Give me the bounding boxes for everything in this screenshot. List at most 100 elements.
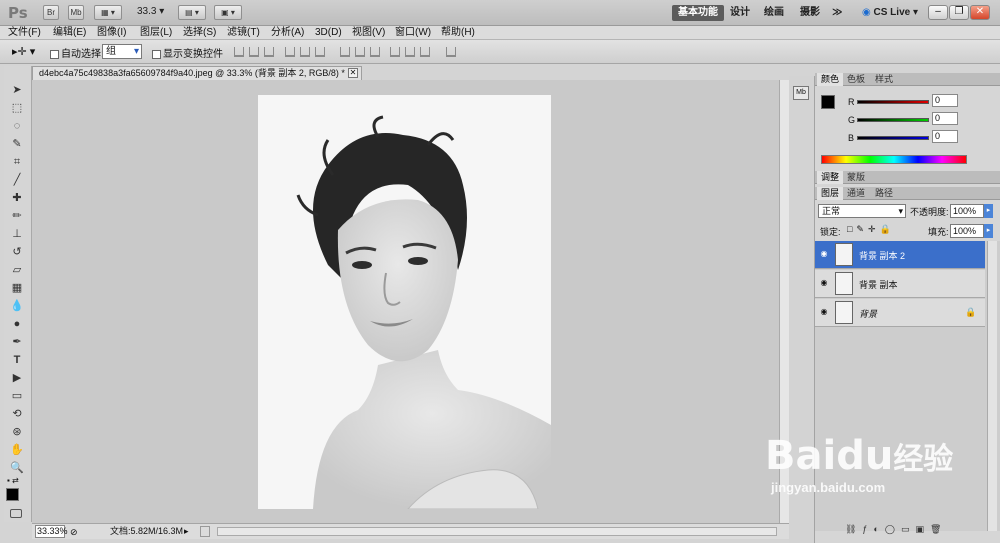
green-slider[interactable] [857, 118, 929, 122]
align-left-edges-icon[interactable] [285, 47, 295, 57]
menu-layer[interactable]: 图层(L) [140, 26, 172, 40]
zoom-field[interactable]: 33.33% [35, 525, 68, 538]
layers-scrollbar[interactable] [987, 241, 997, 531]
fill-field[interactable]: 100% [950, 224, 984, 238]
bridge-button[interactable]: Br [43, 5, 59, 20]
layer-row[interactable]: ◉ 背景 副本 [815, 270, 985, 298]
3d-orbit-tool-icon[interactable]: ⊛ [8, 424, 26, 440]
move-tool-icon[interactable]: ➤ [8, 82, 26, 98]
cs-live-menu[interactable]: ◉ CS Live ▾ [862, 7, 918, 18]
dodge-tool-icon[interactable]: ● [8, 316, 26, 332]
fill-slider-button[interactable]: ▸ [984, 224, 993, 238]
red-value-field[interactable]: 0 [932, 94, 958, 107]
foreground-color-swatch[interactable] [6, 488, 19, 501]
pen-tool-icon[interactable]: ✒ [8, 334, 26, 350]
tab-paths[interactable]: 路径 [871, 187, 897, 200]
tab-swatches[interactable]: 色板 [843, 73, 869, 86]
extras-menu-button[interactable]: ▦ ▾ [94, 5, 122, 20]
menu-edit[interactable]: 编辑(E) [53, 26, 86, 40]
distribute-bottom-icon[interactable] [370, 47, 380, 57]
opacity-field[interactable]: 100% [950, 204, 984, 218]
align-top-edges-icon[interactable] [234, 47, 244, 57]
blend-mode-dropdown[interactable]: 正常 ▾ [818, 204, 906, 218]
3d-rotate-tool-icon[interactable]: ⟲ [8, 406, 26, 422]
status-menu-arrow[interactable]: ▸ [184, 524, 189, 539]
menu-3d[interactable]: 3D(D) [315, 26, 342, 40]
distribute-vertical-centers-icon[interactable] [355, 47, 365, 57]
lock-options-icons[interactable]: □✎✛🔒 [847, 224, 895, 235]
tab-channels[interactable]: 通道 [843, 187, 869, 200]
menu-filter[interactable]: 滤镜(T) [227, 26, 260, 40]
lasso-tool-icon[interactable]: ◌ [8, 118, 26, 134]
blue-value-field[interactable]: 0 [932, 130, 958, 143]
document-tab[interactable]: d4ebc4a75c49838a3fa65609784f9a40.jpeg @ … [32, 66, 362, 80]
menu-select[interactable]: 选择(S) [183, 26, 216, 40]
align-horizontal-centers-icon[interactable] [300, 47, 310, 57]
arrange-documents-button[interactable]: ▤ ▾ [178, 5, 206, 20]
auto-select-dropdown[interactable]: 组 ▾ [102, 44, 142, 59]
opacity-slider-button[interactable]: ▸ [984, 204, 993, 218]
align-vertical-centers-icon[interactable] [249, 47, 259, 57]
workspace-painting[interactable]: 绘画 [758, 5, 790, 21]
blur-tool-icon[interactable]: 💧 [8, 298, 26, 314]
horizontal-scrollbar[interactable] [217, 527, 777, 536]
move-tool-preset-picker[interactable]: ▸✛ ▾ [12, 45, 35, 58]
healing-brush-tool-icon[interactable]: ✚ [8, 190, 26, 206]
tab-layers[interactable]: 图层 [817, 187, 844, 200]
type-tool-icon[interactable]: T [8, 352, 26, 368]
show-transform-controls-checkbox[interactable]: 显示变换控件 [152, 45, 223, 60]
close-document-icon[interactable]: ✕ [348, 68, 358, 78]
quick-mask-icon[interactable] [10, 509, 22, 518]
gradient-tool-icon[interactable]: ▦ [8, 280, 26, 296]
layers-bottom-toolbar[interactable]: ⛓ƒ◐◯▭▣🗑 [845, 524, 947, 535]
layer-row[interactable]: ◉ 背景 🔒 [815, 299, 985, 327]
align-right-edges-icon[interactable] [315, 47, 325, 57]
visibility-eye-icon[interactable]: ◉ [819, 308, 829, 316]
menu-help[interactable]: 帮助(H) [441, 26, 475, 40]
color-spectrum-bar[interactable] [821, 155, 967, 164]
menu-view[interactable]: 视图(V) [352, 26, 385, 40]
menu-image[interactable]: 图像(I) [97, 26, 126, 40]
close-icon[interactable]: ✕ [970, 5, 990, 20]
green-value-field[interactable]: 0 [932, 112, 958, 125]
crop-tool-icon[interactable]: ⌗ [8, 154, 26, 170]
marquee-tool-icon[interactable]: ⬚ [8, 100, 26, 116]
distribute-horizontal-centers-icon[interactable] [405, 47, 415, 57]
clone-stamp-tool-icon[interactable]: ⊥ [8, 226, 26, 242]
distribute-top-icon[interactable] [340, 47, 350, 57]
distribute-left-icon[interactable] [390, 47, 400, 57]
scroll-left-button[interactable] [200, 526, 210, 537]
shape-tool-icon[interactable]: ▭ [8, 388, 26, 404]
swap-colors-icon[interactable]: ▪ ⇄ [7, 476, 19, 485]
visibility-eye-icon[interactable]: ◉ [819, 279, 829, 287]
tab-color[interactable]: 颜色 [817, 73, 844, 86]
quick-selection-tool-icon[interactable]: ✎ [8, 136, 26, 152]
zoom-tool-icon[interactable]: 🔍 [8, 460, 26, 476]
path-selection-tool-icon[interactable]: ▶ [8, 370, 26, 386]
history-brush-tool-icon[interactable]: ↺ [8, 244, 26, 260]
menu-window[interactable]: 窗口(W) [395, 26, 431, 40]
red-slider[interactable] [857, 100, 929, 104]
blue-slider[interactable] [857, 136, 929, 140]
menu-analysis[interactable]: 分析(A) [271, 26, 304, 40]
workspace-essentials[interactable]: 基本功能 [672, 5, 724, 21]
eraser-tool-icon[interactable]: ▱ [8, 262, 26, 278]
tab-styles[interactable]: 样式 [871, 73, 897, 86]
layer-row[interactable]: ◉ 背景 副本 2 [815, 241, 985, 269]
zoom-level-menu[interactable]: 33.3 ▾ [137, 6, 164, 17]
menu-file[interactable]: 文件(F) [8, 26, 41, 40]
tab-adjustments[interactable]: 调整 [817, 171, 844, 184]
workspace-photography[interactable]: 摄影 [794, 5, 826, 21]
brush-tool-icon[interactable]: ✏ [8, 208, 26, 224]
auto-align-layers-icon[interactable] [446, 47, 456, 57]
workspace-design[interactable]: 设计 [724, 5, 756, 21]
auto-select-checkbox[interactable]: 自动选择: [50, 45, 104, 60]
mini-bridge-panel-icon[interactable]: Mb [793, 86, 809, 100]
tab-masks[interactable]: 蒙版 [843, 171, 869, 184]
minimize-button[interactable]: – [928, 5, 948, 20]
foreground-color-chip[interactable] [821, 95, 835, 109]
visibility-eye-icon[interactable]: ◉ [819, 250, 829, 258]
mini-bridge-button[interactable]: Mb [68, 5, 84, 20]
more-workspaces-button[interactable]: ≫ [826, 5, 848, 21]
distribute-right-icon[interactable] [420, 47, 430, 57]
